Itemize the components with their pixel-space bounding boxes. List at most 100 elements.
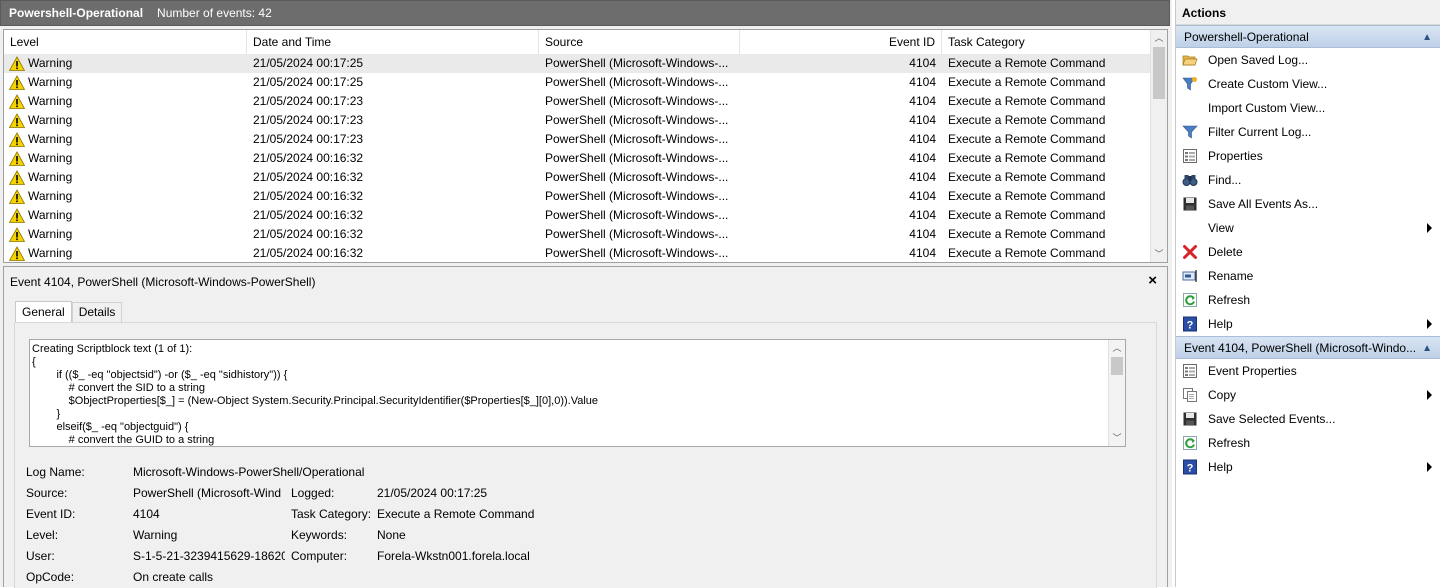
action-event-properties[interactable]: Event Properties <box>1176 359 1440 383</box>
warning-icon <box>8 226 26 243</box>
log-name-value: Microsoft-Windows-PowerShell/Operational <box>133 465 365 479</box>
opcode-label: OpCode: <box>26 570 75 584</box>
date-cell: 21/05/2024 00:16:32 <box>253 151 364 165</box>
source-cell: PowerShell (Microsoft-Windows-... <box>545 189 729 203</box>
close-icon[interactable]: × <box>1148 272 1157 289</box>
table-row[interactable]: Warning 21/05/2024 00:17:25 PowerShell (Mi… <box>4 54 1150 73</box>
warning-icon <box>8 74 26 91</box>
description-scrollbar[interactable]: ︿ ﹀ <box>1108 340 1125 446</box>
collapse-icon[interactable]: ▲ <box>1422 337 1432 360</box>
task-category-cell: Execute a Remote Command <box>948 227 1106 241</box>
action-label: View <box>1208 221 1234 235</box>
task-category-cell: Execute a Remote Command <box>948 75 1106 89</box>
event-description-box[interactable]: Creating Scriptblock text (1 of 1): { if… <box>29 339 1126 447</box>
collapse-icon[interactable]: ▲ <box>1422 26 1432 49</box>
save-icon <box>1181 195 1199 213</box>
table-row[interactable]: Warning 21/05/2024 00:16:32 PowerShell (Mi… <box>4 168 1150 187</box>
level-text: Warning <box>28 94 73 108</box>
table-row[interactable]: Warning 21/05/2024 00:16:32 PowerShell (Mi… <box>4 187 1150 206</box>
action-help[interactable]: ? Help <box>1176 312 1440 336</box>
grid-scrollbar[interactable]: ︿ ﹀ <box>1150 30 1167 262</box>
source-value: PowerShell (Microsoft-Wind <box>133 486 282 500</box>
svg-text:?: ? <box>1187 320 1194 332</box>
action-copy[interactable]: Copy <box>1176 383 1440 407</box>
table-row[interactable]: Warning 21/05/2024 00:16:32 PowerShell (Mi… <box>4 206 1150 225</box>
user-value: S-1-5-21-3239415629-186207 <box>133 549 285 563</box>
column-header-level[interactable]: Level <box>4 30 247 54</box>
action-label: Properties <box>1208 149 1263 163</box>
copy-icon <box>1181 386 1199 404</box>
table-row[interactable]: Warning 21/05/2024 00:17:23 PowerShell (Mi… <box>4 111 1150 130</box>
computer-value: Forela-Wkstn001.forela.local <box>377 549 530 563</box>
warning-icon <box>8 245 26 262</box>
level-text: Warning <box>28 56 73 70</box>
source-cell: PowerShell (Microsoft-Windows-... <box>545 132 729 146</box>
column-header-date[interactable]: Date and Time <box>247 30 539 54</box>
submenu-arrow-icon <box>1427 390 1432 400</box>
date-cell: 21/05/2024 00:17:23 <box>253 94 364 108</box>
level-cell: Warning <box>4 130 247 149</box>
action-label: Find... <box>1208 173 1242 187</box>
action-create-custom-view[interactable]: Create Custom View... <box>1176 72 1440 96</box>
action-properties[interactable]: Properties <box>1176 144 1440 168</box>
level-cell: Warning <box>4 92 247 111</box>
action-delete[interactable]: Delete <box>1176 240 1440 264</box>
table-row[interactable]: Warning 21/05/2024 00:16:32 PowerShell (Mi… <box>4 225 1150 244</box>
source-cell: PowerShell (Microsoft-Windows-... <box>545 227 729 241</box>
table-row[interactable]: Warning 21/05/2024 00:17:23 PowerShell (Mi… <box>4 130 1150 149</box>
keywords-value: None <box>377 528 406 542</box>
level-text: Warning <box>28 227 73 241</box>
action-import-custom-view[interactable]: Import Custom View... <box>1176 96 1440 120</box>
table-row[interactable]: Warning 21/05/2024 00:16:32 PowerShell (Mi… <box>4 244 1150 262</box>
action-rename[interactable]: Rename <box>1176 264 1440 288</box>
level-cell: Warning <box>4 54 247 73</box>
actions-section-log-items: Open Saved Log... Create Custom View... Im… <box>1176 48 1440 336</box>
level-cell: Warning <box>4 111 247 130</box>
task-category-cell: Execute a Remote Command <box>948 94 1106 108</box>
scroll-down-arrow-icon[interactable]: ﹀ <box>1151 246 1167 262</box>
task-category-cell: Execute a Remote Command <box>948 132 1106 146</box>
action-save-all-events-as[interactable]: Save All Events As... <box>1176 192 1440 216</box>
warning-icon <box>8 93 26 110</box>
level-text: Warning <box>28 189 73 203</box>
tab-general[interactable]: General <box>15 301 72 323</box>
scroll-up-arrow-icon[interactable]: ︿ <box>1151 30 1167 46</box>
table-row[interactable]: Warning 21/05/2024 00:16:32 PowerShell (Mi… <box>4 149 1150 168</box>
event-id-label: Event ID: <box>26 507 76 521</box>
scroll-up-arrow-icon[interactable]: ︿ <box>1109 340 1125 356</box>
submenu-arrow-icon <box>1427 462 1432 472</box>
action-filter-current-log[interactable]: Filter Current Log... <box>1176 120 1440 144</box>
action-label: Event Properties <box>1208 364 1297 378</box>
scrollbar-thumb[interactable] <box>1111 357 1123 375</box>
action-refresh[interactable]: Refresh <box>1176 288 1440 312</box>
actions-section-log[interactable]: Powershell-Operational ▲ <box>1176 25 1440 48</box>
actions-title: Actions <box>1176 0 1440 25</box>
column-header-task-category[interactable]: Task Category <box>942 30 1150 54</box>
action-help[interactable]: ? Help <box>1176 455 1440 479</box>
scrollbar-thumb[interactable] <box>1153 47 1165 99</box>
scroll-down-arrow-icon[interactable]: ﹀ <box>1109 430 1125 446</box>
tab-details[interactable]: Details <box>71 302 123 322</box>
submenu-arrow-icon <box>1427 319 1432 329</box>
action-find[interactable]: Find... <box>1176 168 1440 192</box>
action-label: Save All Events As... <box>1208 197 1319 211</box>
logged-value: 21/05/2024 00:17:25 <box>377 486 488 500</box>
column-header-event-id[interactable]: Event ID <box>740 30 942 54</box>
action-view[interactable]: View <box>1176 216 1440 240</box>
events-grid[interactable]: Level Date and Time Source Event ID Task… <box>3 29 1168 263</box>
action-open-saved-log[interactable]: Open Saved Log... <box>1176 48 1440 72</box>
submenu-arrow-icon <box>1427 223 1432 233</box>
actions-section-event[interactable]: Event 4104, PowerShell (Microsoft-Windo.… <box>1176 336 1440 359</box>
level-cell: Warning <box>4 187 247 206</box>
actions-pane: Actions Powershell-Operational ▲ Open Sa… <box>1175 0 1440 587</box>
event-id-cell: 4104 <box>909 56 936 70</box>
action-refresh[interactable]: Refresh <box>1176 431 1440 455</box>
table-row[interactable]: Warning 21/05/2024 00:17:25 PowerShell (Mi… <box>4 73 1150 92</box>
date-cell: 21/05/2024 00:16:32 <box>253 189 364 203</box>
event-detail-pane: Event 4104, PowerShell (Microsoft-Window… <box>3 266 1168 588</box>
column-header-source[interactable]: Source <box>539 30 740 54</box>
action-save-selected-events[interactable]: Save Selected Events... <box>1176 407 1440 431</box>
table-row[interactable]: Warning 21/05/2024 00:17:23 PowerShell (Mi… <box>4 92 1150 111</box>
properties-icon <box>1181 362 1199 380</box>
date-cell: 21/05/2024 00:16:32 <box>253 170 364 184</box>
